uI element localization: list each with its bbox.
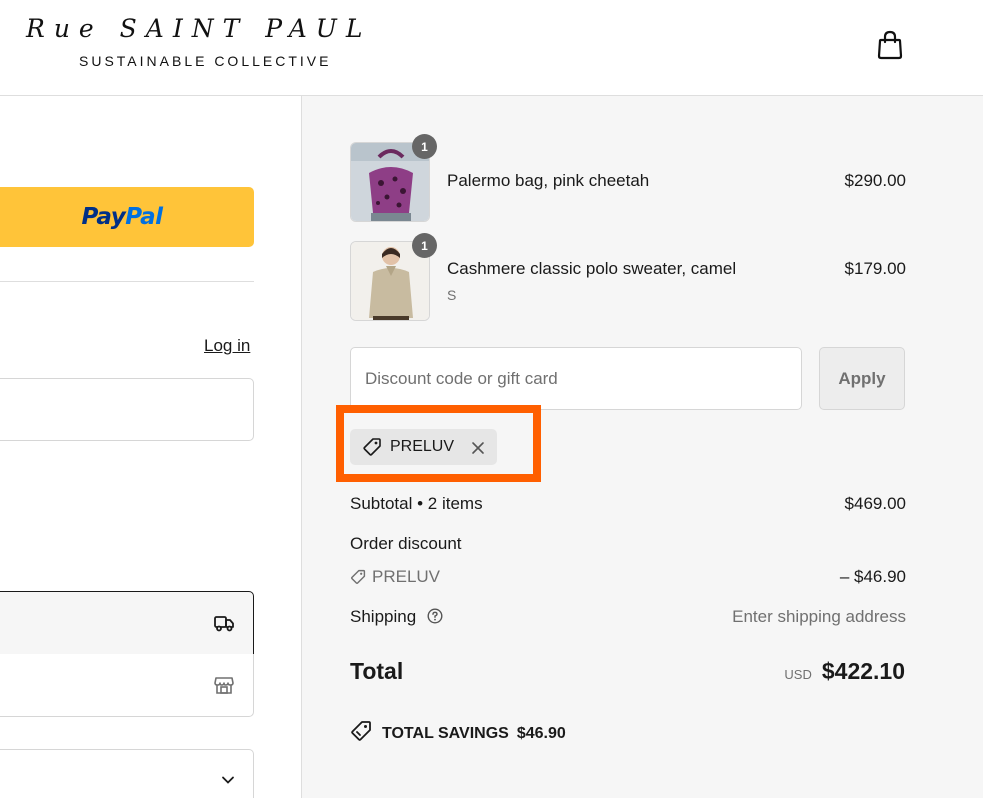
discount-code-text: PRELUV xyxy=(372,567,441,586)
country-select[interactable] xyxy=(0,749,254,798)
order-discount-row: Order discount xyxy=(350,534,906,554)
savings-tag-icon xyxy=(350,720,382,747)
total-label: Total xyxy=(350,658,404,684)
item-price: $179.00 xyxy=(844,259,906,278)
apply-discount-button[interactable]: Apply xyxy=(819,347,905,410)
savings-value: $46.90 xyxy=(516,724,566,742)
site-header: Rue SAINT PAUL SUSTAINABLE COLLECTIVE xyxy=(0,0,983,96)
item-variant: S xyxy=(447,287,457,303)
subtotal-label: Subtotal • 2 items xyxy=(350,494,483,513)
store-icon xyxy=(213,674,235,696)
quantity-badge: 1 xyxy=(412,233,437,258)
quantity-badge: 1 xyxy=(412,134,437,159)
item-name: Palermo bag, pink cheetah xyxy=(447,171,650,190)
line-item: 1 Cashmere classic polo sweater, camel S… xyxy=(350,233,906,321)
tag-icon xyxy=(350,569,366,585)
divider xyxy=(0,281,254,282)
shopping-bag-icon[interactable] xyxy=(876,30,904,60)
item-name: Cashmere classic polo sweater, camel xyxy=(447,259,737,278)
delivery-option-pickup[interactable] xyxy=(0,654,254,717)
logo-subtitle: SUSTAINABLE COLLECTIVE xyxy=(79,53,332,69)
email-field[interactable] xyxy=(0,378,254,441)
currency-code: USD xyxy=(784,667,812,682)
login-link[interactable]: Log in xyxy=(204,336,250,356)
logo-title: Rue SAINT PAUL xyxy=(26,14,372,43)
checkout-form: PayPal Log in xyxy=(0,96,302,798)
total-amount-group: USD $422.10 xyxy=(784,658,905,685)
total-savings: TOTAL SAVINGS $46.90 xyxy=(350,720,566,747)
truck-icon xyxy=(213,612,235,634)
item-price: $290.00 xyxy=(844,171,906,190)
highlight-box xyxy=(336,405,541,482)
order-summary: 1 Palermo bag, pink cheetah $290.00 1 Ca… xyxy=(302,96,983,798)
line-item: 1 Palermo bag, pink cheetah $290.00 xyxy=(350,134,906,222)
paypal-button[interactable]: PayPal xyxy=(0,187,254,247)
order-discount-label: Order discount xyxy=(350,534,462,553)
subtotal-row: Subtotal • 2 items $469.00 xyxy=(350,494,906,514)
subtotal-value: $469.00 xyxy=(844,494,906,513)
discount-code-input[interactable] xyxy=(350,347,802,410)
total-amount: $422.10 xyxy=(821,658,905,684)
delivery-option-ship[interactable] xyxy=(0,591,254,655)
shipping-value: Enter shipping address xyxy=(732,607,906,626)
chevron-down-icon xyxy=(221,772,235,786)
discount-code-row: PRELUV – $46.90 xyxy=(350,567,906,587)
shipping-row: Shipping Enter shipping address xyxy=(350,607,906,627)
discount-value: – $46.90 xyxy=(839,567,906,586)
savings-label: TOTAL SAVINGS xyxy=(382,724,509,742)
help-icon[interactable] xyxy=(427,608,443,624)
logo[interactable]: Rue SAINT PAUL SUSTAINABLE COLLECTIVE xyxy=(26,14,372,69)
shipping-label: Shipping xyxy=(350,607,417,626)
paypal-logo: PayPal xyxy=(81,204,164,230)
